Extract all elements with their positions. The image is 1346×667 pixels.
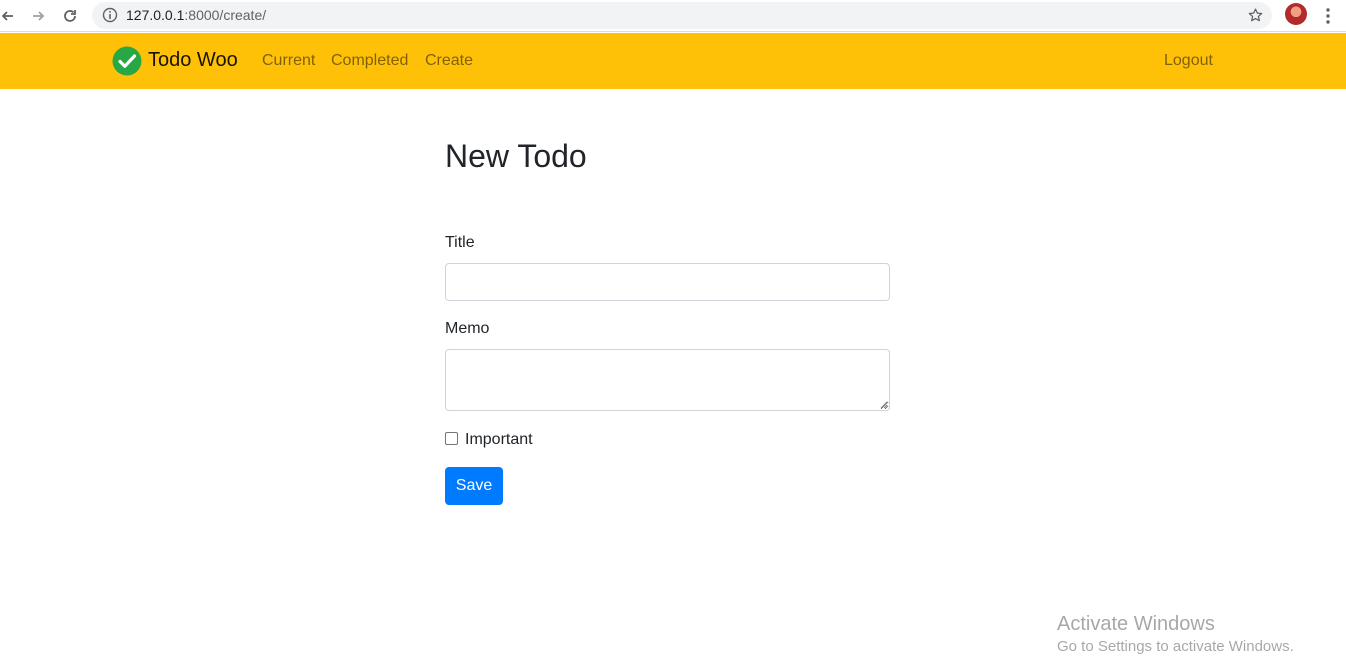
- checkmark-logo-icon[interactable]: [112, 46, 142, 76]
- url-host: 127.0.0.1: [126, 7, 185, 23]
- title-label: Title: [445, 234, 475, 251]
- reload-button[interactable]: [58, 4, 82, 28]
- important-checkbox[interactable]: [445, 432, 458, 445]
- nav-link-current[interactable]: Current: [262, 52, 315, 70]
- memo-label: Memo: [445, 320, 490, 337]
- forward-button[interactable]: [26, 4, 50, 28]
- nav-link-create[interactable]: Create: [425, 52, 473, 70]
- important-label[interactable]: Important: [465, 431, 533, 449]
- profile-avatar[interactable]: [1285, 3, 1307, 25]
- url-path: :8000/create/: [184, 7, 267, 23]
- arrow-left-icon: [1, 11, 13, 21]
- page-title: New Todo: [445, 138, 587, 174]
- address-bar[interactable]: 127.0.0.1:8000/create/: [92, 2, 1272, 29]
- browser-toolbar: 127.0.0.1:8000/create/: [0, 0, 1346, 32]
- resize-grip-icon[interactable]: [878, 399, 888, 409]
- reload-icon: [64, 10, 76, 22]
- title-input[interactable]: [445, 263, 890, 301]
- navbar: Todo Woo Current Completed Create Logout: [0, 33, 1346, 89]
- nav-link-logout[interactable]: Logout: [1164, 52, 1213, 70]
- save-button[interactable]: Save: [445, 467, 503, 505]
- activate-windows-subtitle: Go to Settings to activate Windows.: [1057, 638, 1294, 655]
- brand-name[interactable]: Todo Woo: [148, 49, 238, 72]
- star-icon[interactable]: [1247, 7, 1264, 24]
- info-icon[interactable]: [102, 7, 118, 23]
- activate-windows-title: Activate Windows: [1057, 613, 1215, 635]
- arrow-right-icon: [33, 11, 45, 21]
- memo-textarea[interactable]: [445, 349, 890, 411]
- browser-menu-button[interactable]: [1318, 4, 1338, 28]
- url-text[interactable]: 127.0.0.1:8000/create/: [126, 7, 266, 23]
- nav-link-completed[interactable]: Completed: [331, 52, 408, 70]
- kebab-menu-icon: [1326, 8, 1330, 24]
- back-button[interactable]: [0, 4, 20, 28]
